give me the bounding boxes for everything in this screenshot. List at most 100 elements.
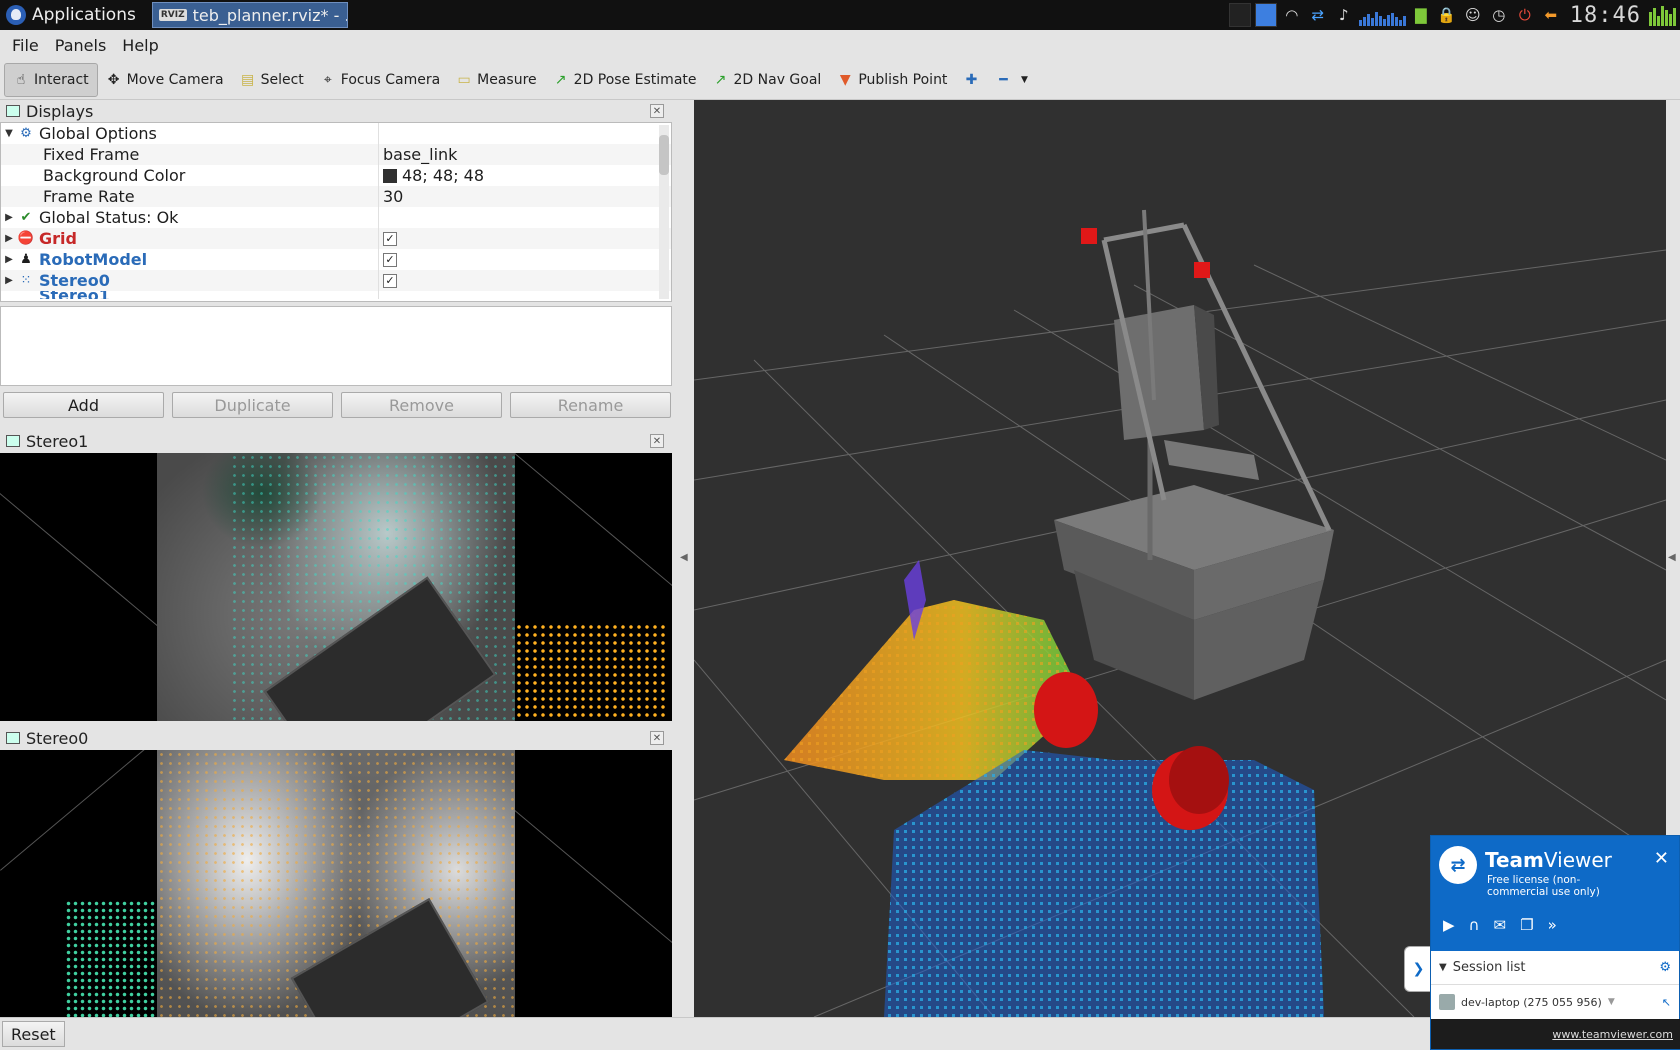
publish-point-tool-button[interactable]: ▼ Publish Point xyxy=(829,63,955,97)
chat-icon[interactable]: ✉ xyxy=(1494,916,1507,934)
background-color-value[interactable]: 48; 48; 48 xyxy=(402,166,484,185)
video-camera-icon[interactable]: ▶ xyxy=(1443,916,1455,934)
minus-icon: ━ xyxy=(999,71,1008,88)
applications-menu-button[interactable]: Applications xyxy=(0,0,146,30)
tree-row-grid[interactable]: ▶ ⛔ Grid ✓ xyxy=(1,228,671,249)
workspace-2[interactable] xyxy=(1254,3,1277,27)
pose-estimate-tool-button[interactable]: ↗ 2D Pose Estimate xyxy=(545,63,705,97)
rename-button[interactable]: Rename xyxy=(510,392,671,418)
volume-icon[interactable]: ♪ xyxy=(1333,4,1355,26)
logout-arrow-icon[interactable]: ⬅ xyxy=(1540,4,1562,26)
tree-row-robot-model[interactable]: ▶ ♟ RobotModel ✓ xyxy=(1,249,671,270)
camera-panel-icon xyxy=(6,732,20,744)
select-tool-button[interactable]: ▤ Select xyxy=(232,63,312,97)
interact-tool-button[interactable]: ☝ Interact xyxy=(4,62,98,97)
expand-arrow-icon[interactable]: ▶ xyxy=(1,275,17,286)
headset-icon[interactable]: ∩ xyxy=(1469,916,1480,934)
interact-label: Interact xyxy=(34,71,89,88)
close-icon[interactable]: ✕ xyxy=(650,104,664,118)
taskbar-window-button[interactable]: RVIZ teb_planner.rviz* - ... xyxy=(151,2,348,28)
tree-scrollbar[interactable] xyxy=(659,125,669,299)
teamviewer-footer-link[interactable]: www.teamviewer.com xyxy=(1431,1019,1680,1049)
left-splitter[interactable]: ◀ xyxy=(672,100,694,1017)
measure-tool-button[interactable]: ▭ Measure xyxy=(448,63,545,97)
stereo0-panel-header: Stereo0 ✕ xyxy=(0,727,672,749)
pointcloud-icon: ⁙ xyxy=(20,273,32,288)
expand-arrow-icon[interactable]: ▶ xyxy=(1,212,17,223)
teamviewer-brand-a: Team xyxy=(1485,848,1544,872)
color-swatch[interactable] xyxy=(383,168,397,183)
displays-panel-header: Displays ✕ xyxy=(0,100,672,122)
wifi-icon[interactable]: ◠ xyxy=(1281,4,1303,26)
battery-icon: ▇ xyxy=(1414,6,1427,24)
menu-panels[interactable]: Panels xyxy=(49,36,113,55)
user-avatar-icon xyxy=(1439,994,1455,1010)
session-list-header[interactable]: ▼ Session list ⚙ xyxy=(1431,951,1679,985)
tree-row-frame-rate[interactable]: Frame Rate 30 xyxy=(1,186,671,207)
lock-icon[interactable]: 🔒 xyxy=(1436,4,1458,26)
close-icon[interactable]: ✕ xyxy=(650,731,664,745)
tree-row-global-status[interactable]: ▶ ✔ Global Status: Ok xyxy=(1,207,671,228)
teamviewer-expand-tab[interactable]: ❯ xyxy=(1404,946,1432,992)
publish-point-label: Publish Point xyxy=(858,71,948,88)
cpu-graph-icon xyxy=(1358,4,1406,26)
focus-camera-tool-button[interactable]: ⌖ Focus Camera xyxy=(312,63,448,97)
map-pin-icon: ▼ xyxy=(839,71,851,88)
session-entry[interactable]: dev-laptop (275 055 956) ▼ ↖ xyxy=(1431,985,1679,1019)
move-camera-tool-button[interactable]: ✥ Move Camera xyxy=(98,63,232,97)
nav-goal-tool-button[interactable]: ↗ 2D Nav Goal xyxy=(705,63,830,97)
collapse-right-icon[interactable]: ◀ xyxy=(1668,552,1676,563)
stereo0-camera-view[interactable] xyxy=(0,750,672,1018)
teamviewer-tray-icon[interactable]: ⇄ xyxy=(1307,4,1329,26)
fixed-frame-value[interactable]: base_link xyxy=(383,145,457,164)
expand-arrow-icon[interactable]: ▼ xyxy=(1,128,17,139)
expand-arrow-icon[interactable]: ▶ xyxy=(1,233,17,244)
background-color-label: Background Color xyxy=(43,166,186,185)
workspace-1[interactable] xyxy=(1228,3,1251,27)
xfce-logo-icon xyxy=(6,5,26,25)
add-tool-button[interactable]: ✚ xyxy=(955,63,987,97)
session-entry-label: dev-laptop (275 055 956) xyxy=(1461,995,1602,1009)
system-panel: Applications RVIZ teb_planner.rviz* - ..… xyxy=(0,0,1680,30)
global-options-label: Global Options xyxy=(39,124,157,143)
file-transfer-icon[interactable]: ❐ xyxy=(1520,916,1533,934)
stereo0-checkbox[interactable]: ✓ xyxy=(383,273,397,288)
double-chevron-right-icon[interactable]: » xyxy=(1548,916,1557,934)
tree-row-stereo0[interactable]: ▶ ⁙ Stereo0 ✓ xyxy=(1,270,671,291)
robot-model-checkbox[interactable]: ✓ xyxy=(383,252,397,267)
stereo1-camera-view[interactable] xyxy=(0,453,672,721)
menu-file[interactable]: File xyxy=(6,36,45,55)
remove-tool-dropdown[interactable]: ━ ▼ xyxy=(987,63,1040,97)
tree-row-global-options[interactable]: ▼ ⚙ Global Options xyxy=(1,123,671,144)
users-icon[interactable]: ☺ xyxy=(1462,4,1484,26)
tree-row-stereo1[interactable]: Stereo1 xyxy=(1,291,671,299)
collapse-left-icon[interactable]: ◀ xyxy=(680,552,688,563)
status-bar: Reset xyxy=(0,1017,1680,1050)
menu-help[interactable]: Help xyxy=(116,36,164,55)
grid-checkbox[interactable]: ✓ xyxy=(383,231,397,246)
stereo1-orange-cloud xyxy=(515,623,665,721)
add-button[interactable]: Add xyxy=(3,392,164,418)
chevron-down-icon[interactable]: ▼ xyxy=(1608,997,1615,1007)
duplicate-button[interactable]: Duplicate xyxy=(172,392,333,418)
tree-row-fixed-frame[interactable]: Fixed Frame base_link xyxy=(1,144,671,165)
tree-row-background-color[interactable]: Background Color 48; 48; 48 xyxy=(1,165,671,186)
error-icon: ⛔ xyxy=(17,231,35,246)
gear-icon[interactable]: ⚙ xyxy=(1659,960,1671,975)
frame-rate-value[interactable]: 30 xyxy=(383,187,403,206)
pointer-icon[interactable]: ↖ xyxy=(1662,996,1671,1009)
close-icon[interactable]: ✕ xyxy=(650,434,664,448)
checkmark-icon: ✔ xyxy=(20,210,32,225)
stereo1-label: Stereo1 xyxy=(39,291,110,299)
close-icon[interactable]: ✕ xyxy=(1654,848,1669,869)
remove-button[interactable]: Remove xyxy=(341,392,502,418)
power-icon[interactable]: ⏻ xyxy=(1514,4,1536,26)
network-graph-icon xyxy=(1649,4,1676,26)
clock-icon[interactable]: ◷ xyxy=(1488,4,1510,26)
reset-button[interactable]: Reset xyxy=(2,1021,65,1047)
panel-clock[interactable]: 18:46 xyxy=(1566,3,1645,28)
teamviewer-popup: ⇄ TeamViewer Free license (non-commercia… xyxy=(1430,835,1680,1050)
displays-panel-title: Displays xyxy=(26,101,94,121)
tool-toolbar: ☝ Interact ✥ Move Camera ▤ Select ⌖ Focu… xyxy=(0,60,1680,100)
expand-arrow-icon[interactable]: ▶ xyxy=(1,254,17,265)
